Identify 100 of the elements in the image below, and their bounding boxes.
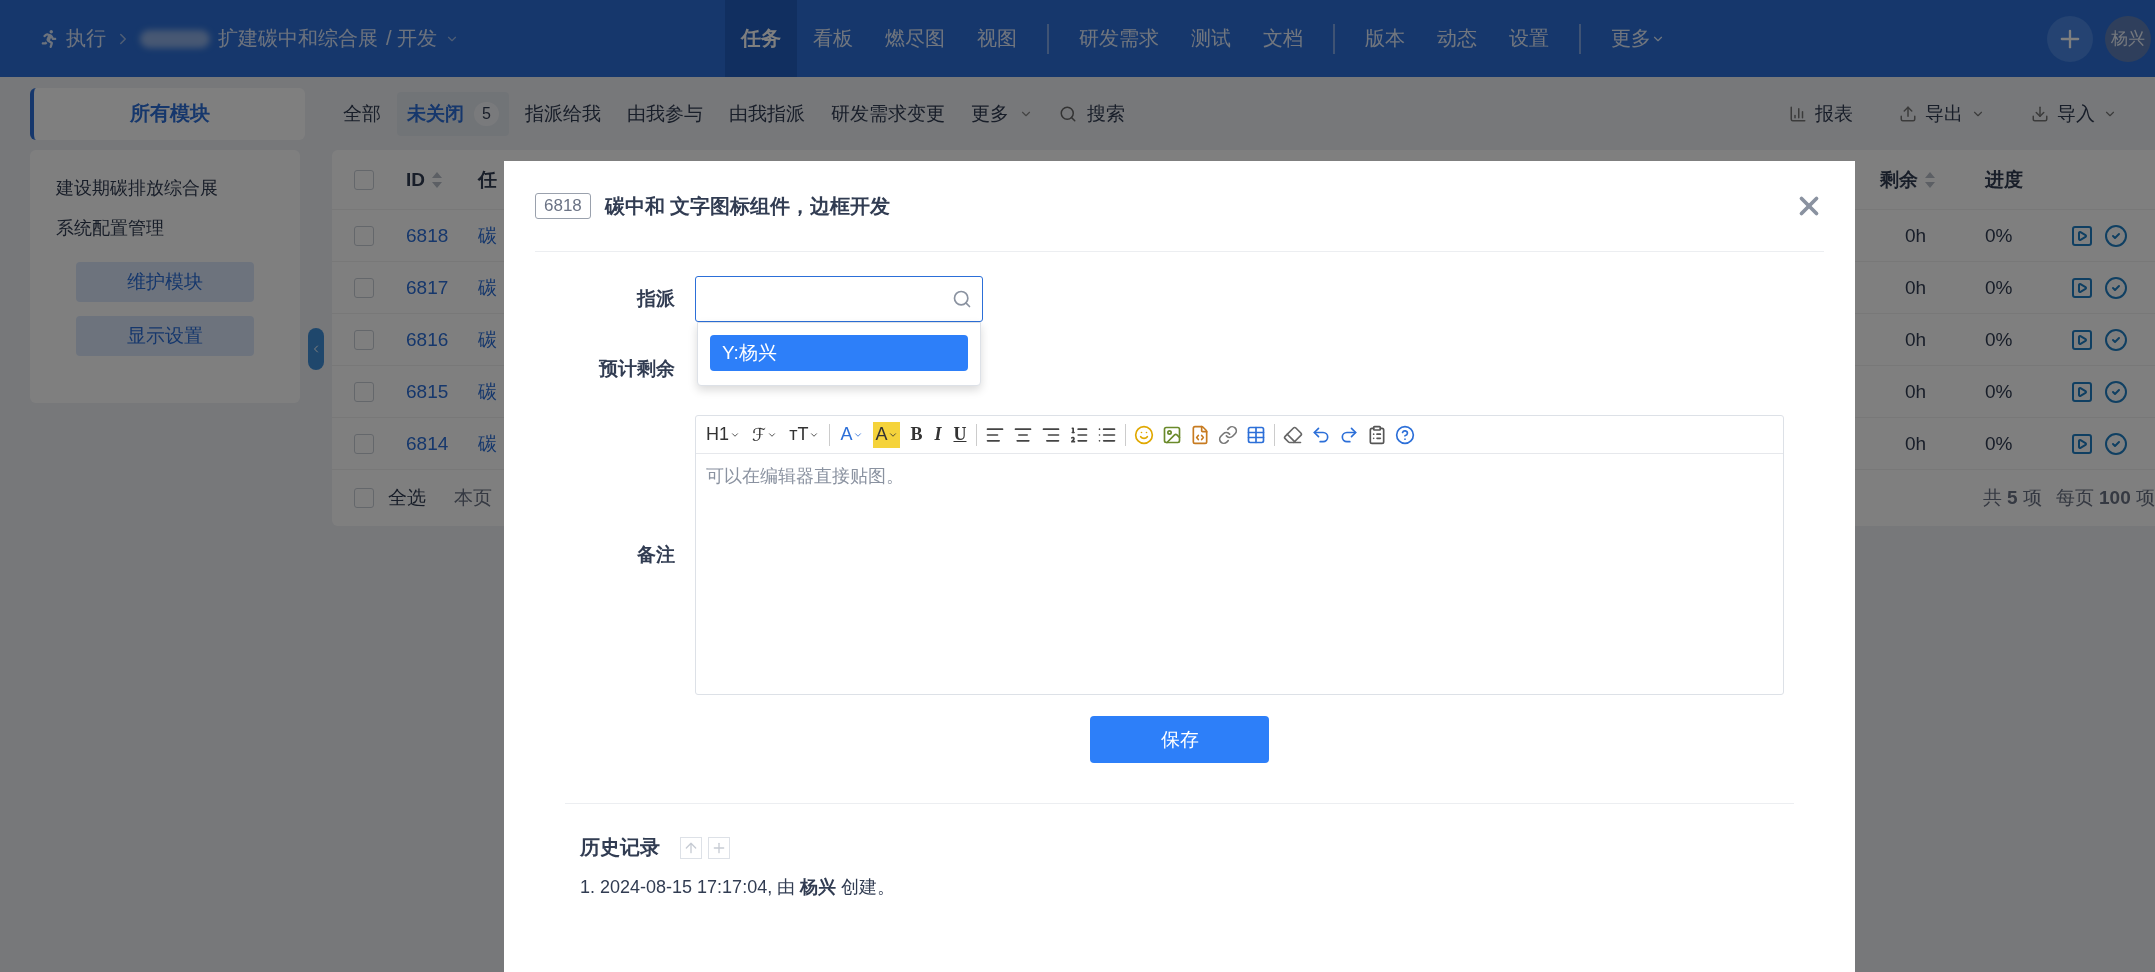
check-circle-icon[interactable] xyxy=(2104,223,2128,248)
table-cell-text: 0% xyxy=(1985,432,2014,455)
check-circle-icon[interactable] xyxy=(2104,431,2128,456)
table-link[interactable]: 6817 xyxy=(406,276,478,299)
page-size[interactable]: 每页 100 项 xyxy=(2055,485,2155,511)
nav-tab[interactable]: 研发需求 xyxy=(1063,0,1175,77)
rich-text-editor[interactable]: H1 ℱ ᴛT A A B I U 可以在编辑器直接贴图。 xyxy=(695,415,1784,695)
play-icon[interactable] xyxy=(2070,275,2094,300)
filter-tab[interactable]: 未关闭 5 xyxy=(397,91,509,136)
sort-up-button[interactable] xyxy=(680,836,702,859)
help-icon[interactable] xyxy=(1395,424,1416,445)
search-icon xyxy=(1058,104,1077,123)
table-icon[interactable] xyxy=(1246,424,1267,445)
table-cell-text: 0h xyxy=(1904,224,1928,247)
table-cell-text: 0% xyxy=(1985,328,2014,351)
checkbox[interactable] xyxy=(354,381,374,402)
assignee-search-field[interactable] xyxy=(695,276,983,322)
checkbox[interactable] xyxy=(354,225,374,246)
filter-tab[interactable]: 指派给我 xyxy=(514,91,611,136)
nav-tab[interactable]: 文档 xyxy=(1247,0,1319,77)
image-icon[interactable] xyxy=(1162,424,1183,445)
filter-tab[interactable]: 由我指派 xyxy=(718,91,815,136)
page-info: 本页 xyxy=(454,486,492,510)
nav-tab[interactable]: 看板 xyxy=(797,0,869,77)
clipboard-icon[interactable] xyxy=(1367,424,1388,445)
filter-tab[interactable]: 研发需求变更 xyxy=(820,91,955,136)
history-title: 历史记录 xyxy=(580,835,660,860)
select-all-label[interactable]: 全选 xyxy=(388,485,426,511)
bold-button[interactable]: B xyxy=(908,421,925,448)
filter-tab[interactable]: 由我参与 xyxy=(616,91,713,136)
search-icon xyxy=(952,289,972,309)
more-menu[interactable]: 更多 xyxy=(960,91,1043,136)
history-entry: 1. 2024-08-15 17:17:04, 由 杨兴 创建。 xyxy=(580,876,897,899)
code-file-icon[interactable] xyxy=(1190,424,1211,445)
check-circle-icon[interactable] xyxy=(2104,379,2128,404)
checkbox[interactable] xyxy=(354,329,374,350)
user-avatar[interactable]: 杨兴 xyxy=(2105,15,2151,62)
heading-button[interactable]: H1 xyxy=(704,421,742,448)
nav-tab[interactable]: 视图 xyxy=(961,0,1033,77)
assignee-option[interactable]: Y:杨兴 xyxy=(710,335,968,371)
table-link[interactable]: 6816 xyxy=(406,328,478,351)
field-label: 预计剩余 xyxy=(597,357,675,381)
collapse-handle[interactable] xyxy=(308,328,324,370)
editor-placeholder: 可以在编辑器直接贴图。 xyxy=(705,465,905,488)
filter-tab[interactable]: 全部 xyxy=(333,91,391,136)
nav-tab[interactable]: 测试 xyxy=(1175,0,1247,77)
branch-text[interactable]: / 开发 xyxy=(386,25,438,52)
table-cell-text: 0h xyxy=(1904,432,1928,455)
table-link[interactable]: 6818 xyxy=(406,224,478,247)
check-circle-icon[interactable] xyxy=(2104,327,2128,352)
column-header[interactable]: 剩余 xyxy=(1880,166,1985,193)
nav-tab[interactable]: 设置 xyxy=(1493,0,1565,77)
report-button[interactable]: 报表 xyxy=(1789,100,1853,127)
nav-tab[interactable]: 动态 xyxy=(1421,0,1493,77)
italic-button[interactable]: I xyxy=(932,421,944,448)
checkbox[interactable] xyxy=(354,488,374,508)
smiley-icon[interactable] xyxy=(1134,424,1155,445)
breadcrumb-text[interactable]: 扩建碳中和综合展 xyxy=(218,25,378,52)
link-icon[interactable] xyxy=(1218,424,1239,445)
check-circle-icon[interactable] xyxy=(2104,275,2128,300)
app-title[interactable]: 执行 xyxy=(66,25,106,52)
color-button[interactable]: A xyxy=(838,421,866,448)
table-cell-text: 0% xyxy=(1985,276,2014,299)
underline-button[interactable]: U xyxy=(951,421,969,448)
nav-tab[interactable]: 任务 xyxy=(725,0,797,77)
import-button[interactable]: 导入 xyxy=(2031,100,2117,127)
sort-icon[interactable] xyxy=(1924,170,1936,189)
table-link[interactable]: 6814 xyxy=(406,432,478,455)
checkbox[interactable] xyxy=(354,277,374,298)
field-label: 指派 xyxy=(635,287,675,311)
table-link[interactable]: 6815 xyxy=(406,380,478,403)
search-link[interactable]: 搜索 xyxy=(1048,91,1135,136)
sidebar-button[interactable]: 维护模块 xyxy=(76,262,254,302)
save-button[interactable]: 保存 xyxy=(1090,716,1269,763)
column-header[interactable]: 进度 xyxy=(1985,166,2070,193)
play-icon[interactable] xyxy=(2070,327,2094,352)
nav-tab[interactable]: 燃尽图 xyxy=(869,0,961,77)
module-item[interactable]: 系统配置管理 xyxy=(56,208,300,248)
play-icon[interactable] xyxy=(2070,379,2094,404)
bar-chart-icon xyxy=(1789,104,1807,123)
nav-tab[interactable]: 版本 xyxy=(1349,0,1421,77)
eraser-icon[interactable] xyxy=(1283,424,1304,445)
redo-icon[interactable] xyxy=(1339,424,1360,445)
table-cell-text: 0h xyxy=(1904,380,1928,403)
module-item[interactable]: 建设期碳排放综合展 xyxy=(56,168,300,208)
highlight-button[interactable]: A xyxy=(873,421,901,448)
size-button[interactable]: ᴛT xyxy=(787,421,822,448)
module-tab[interactable]: 所有模块 xyxy=(30,87,305,140)
play-icon[interactable] xyxy=(2070,223,2094,248)
field-label: 备注 xyxy=(636,543,675,567)
font-button[interactable]: ℱ xyxy=(750,421,780,448)
checkbox[interactable] xyxy=(354,433,374,454)
column-header[interactable]: ID xyxy=(406,168,478,191)
checkbox[interactable] xyxy=(354,169,374,190)
add-button[interactable] xyxy=(2047,15,2093,62)
export-button[interactable]: 导出 xyxy=(1899,100,1985,127)
sort-icon[interactable] xyxy=(431,170,443,189)
more-menu[interactable]: 更多 xyxy=(1595,0,1681,77)
sidebar-button[interactable]: 显示设置 xyxy=(76,316,254,356)
play-icon[interactable] xyxy=(2070,431,2094,456)
